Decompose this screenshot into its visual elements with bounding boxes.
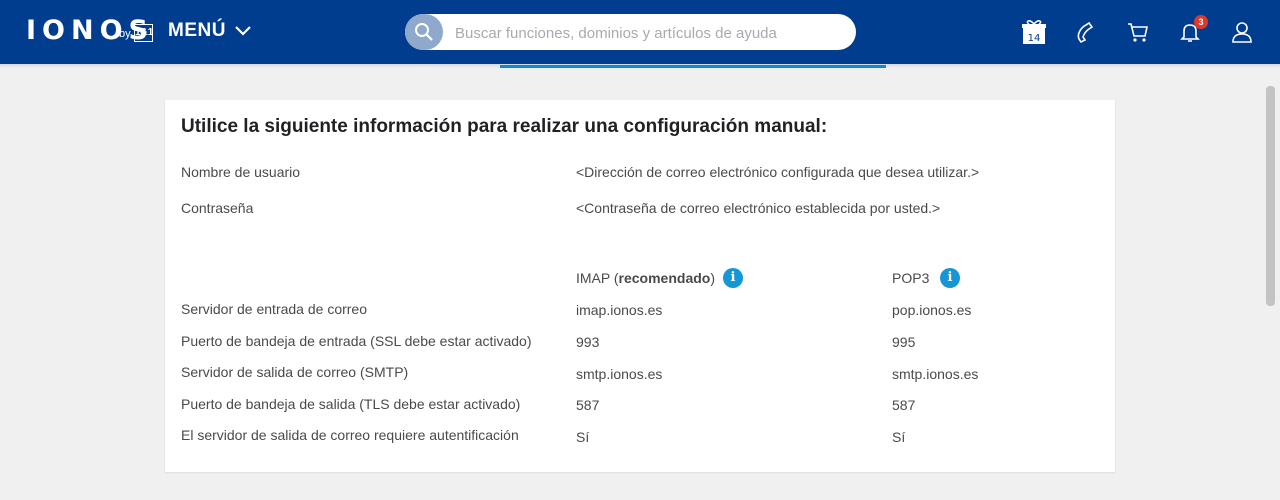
row-imap-value: smtp.ionos.es xyxy=(576,366,663,382)
row-label: Servidor de entrada de correo xyxy=(181,301,367,317)
row-imap-value: 993 xyxy=(576,334,600,350)
row-label: Servidor de salida de correo (SMTP) xyxy=(181,364,409,380)
imap-header-suffix: ) xyxy=(710,270,716,286)
row-pop3-value: smtp.ionos.es xyxy=(892,366,979,382)
phone-icon xyxy=(1077,21,1094,44)
card-title: Utilice la siguiente información para re… xyxy=(181,116,828,137)
imap-header-prefix: IMAP ( xyxy=(576,270,619,286)
menu-label: MENÚ xyxy=(168,20,226,41)
row-pop3-value: 995 xyxy=(892,334,916,350)
row-label: Puerto de bandeja de salida (TLS debe es… xyxy=(181,396,521,412)
search-input[interactable] xyxy=(453,14,847,52)
active-section-indicator xyxy=(500,65,886,68)
row-label: Puerto de bandeja de entrada (SSL debe e… xyxy=(181,333,532,349)
password-value: <Contraseña de correo electrónico establ… xyxy=(576,200,941,216)
notification-count-badge: 3 xyxy=(1194,15,1208,29)
imap-column-header: IMAP (recomendado) xyxy=(576,270,715,286)
row-pop3-value: 587 xyxy=(892,397,916,413)
password-label: Contraseña xyxy=(181,200,254,216)
user-icon xyxy=(1232,22,1252,43)
imap-info-icon[interactable]: i xyxy=(723,268,743,288)
logo-by-text: by xyxy=(119,28,131,40)
row-pop3-value: pop.ionos.es xyxy=(892,302,972,318)
menu-button[interactable]: MENÚ xyxy=(168,20,252,42)
chevron-down-icon xyxy=(235,26,251,36)
account-button[interactable] xyxy=(1228,18,1256,46)
svg-text:14: 14 xyxy=(1028,33,1041,44)
calendar-gift-button[interactable]: 14 xyxy=(1020,18,1048,46)
row-label: El servidor de salida de correo requiere… xyxy=(181,427,519,443)
username-label: Nombre de usuario xyxy=(181,164,301,180)
top-navigation-bar: IONOS by 1&1 MENÚ 14 xyxy=(0,0,1280,64)
row-imap-value: 587 xyxy=(576,397,600,413)
row-imap-value: imap.ionos.es xyxy=(576,302,663,318)
row-pop3-value: Sí xyxy=(892,429,906,445)
search-button[interactable] xyxy=(405,14,443,50)
search-bar xyxy=(405,14,856,52)
row-imap-value: Sí xyxy=(576,429,590,445)
logo-1and1-box: 1&1 xyxy=(134,24,153,42)
search-icon xyxy=(415,23,433,41)
cart-icon xyxy=(1128,23,1148,42)
page-scrollbar[interactable] xyxy=(1266,86,1275,306)
gift-calendar-icon: 14 xyxy=(1022,20,1046,44)
cart-button[interactable] xyxy=(1124,18,1152,46)
pop3-column-header: POP3 xyxy=(892,270,930,286)
imap-header-bold: recomendado xyxy=(618,270,711,286)
username-value: <Dirección de correo electrónico configu… xyxy=(576,164,980,180)
phone-button[interactable] xyxy=(1072,18,1100,46)
pop3-info-icon[interactable]: i xyxy=(940,268,960,288)
manual-configuration-card: Utilice la siguiente información para re… xyxy=(165,100,1115,472)
